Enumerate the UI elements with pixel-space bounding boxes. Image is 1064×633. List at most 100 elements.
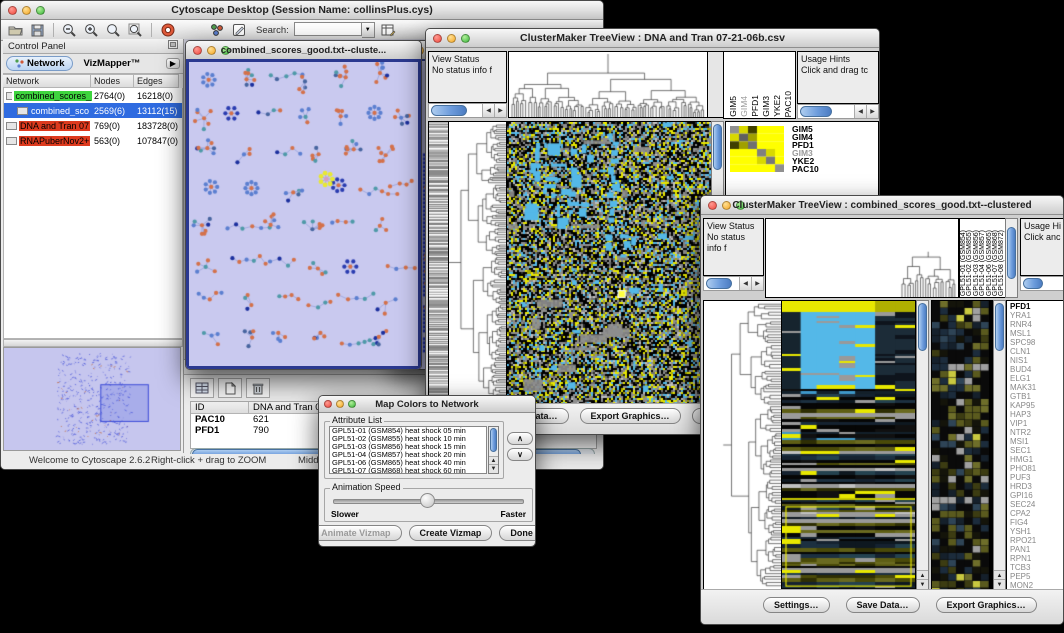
tv2-heatmap[interactable] bbox=[781, 300, 916, 590]
data-col-id[interactable]: ID bbox=[191, 402, 249, 413]
gene-label[interactable]: HRD3 bbox=[1010, 482, 1064, 491]
scroll-down-arrow[interactable]: ▼ bbox=[994, 579, 1005, 589]
gene-label[interactable]: PHO81 bbox=[1010, 464, 1064, 473]
scroll-right-arrow[interactable]: ▶ bbox=[494, 104, 506, 117]
network-overview-canvas[interactable] bbox=[3, 347, 181, 451]
tv2-status-scrollbar[interactable]: ◀ ▶ bbox=[703, 276, 764, 291]
animate-vizmap-button[interactable]: Animate Vizmap bbox=[318, 525, 402, 541]
treeview-button[interactable]: Settings… bbox=[763, 597, 830, 613]
gene-label[interactable]: NIS1 bbox=[1010, 356, 1064, 365]
gene-label[interactable]: RPO21 bbox=[1010, 536, 1064, 545]
gene-label[interactable]: CLN1 bbox=[1010, 347, 1064, 356]
gene-label[interactable]: YRA1 bbox=[1010, 311, 1064, 320]
gene-label[interactable]: HMG1 bbox=[1010, 455, 1064, 464]
gene-label[interactable]: HAP3 bbox=[1010, 410, 1064, 419]
treeview-button[interactable]: Export Graphics… bbox=[580, 408, 681, 424]
network-graph-canvas[interactable] bbox=[189, 62, 418, 366]
main-titlebar[interactable]: Cytoscape Desktop (Session Name: collins… bbox=[1, 1, 603, 20]
tv1-status-scrollbar[interactable]: ◀ ▶ bbox=[428, 103, 507, 118]
dialog-titlebar[interactable]: Map Colors to Network bbox=[319, 396, 535, 413]
gene-label[interactable]: KAP95 bbox=[1010, 401, 1064, 410]
search-input[interactable] bbox=[294, 22, 362, 36]
zoom-actual-icon[interactable] bbox=[105, 23, 122, 38]
gene-label[interactable]: PFD1 bbox=[1010, 302, 1064, 311]
new-attribute-icon[interactable] bbox=[218, 378, 242, 398]
speed-slider-thumb[interactable] bbox=[420, 493, 435, 508]
delete-attribute-icon[interactable] bbox=[246, 378, 270, 398]
gene-label[interactable]: SEC24 bbox=[1010, 500, 1064, 509]
move-down-button[interactable]: ∨ bbox=[507, 448, 533, 461]
treeview-button[interactable]: Save Data… bbox=[846, 597, 920, 613]
treeview1-titlebar[interactable]: ClusterMaker TreeView : DNA and Tran 07-… bbox=[426, 29, 879, 48]
search-dropdown-button[interactable]: ▼ bbox=[362, 22, 375, 38]
tv2-zoom-heatmap[interactable] bbox=[931, 300, 990, 590]
gene-label[interactable]: MSI1 bbox=[1010, 437, 1064, 446]
move-up-button[interactable]: ∧ bbox=[507, 432, 533, 445]
network-table-column[interactable]: Nodes bbox=[91, 74, 134, 88]
gene-label[interactable]: MSL1 bbox=[1010, 329, 1064, 338]
gene-label[interactable]: VIP1 bbox=[1010, 419, 1064, 428]
tab-vizmapper[interactable]: VizMapper™ bbox=[75, 57, 148, 70]
gene-label[interactable]: YSH1 bbox=[1010, 527, 1064, 536]
tv2-array-dendrogram[interactable] bbox=[765, 218, 959, 298]
attribute-table-icon[interactable] bbox=[380, 23, 397, 38]
network-table-row[interactable]: RNAPuberNov2+ 563(0) 107847(0) bbox=[4, 133, 182, 148]
zoom-out-icon[interactable] bbox=[61, 23, 78, 38]
scroll-left-arrow[interactable]: ◀ bbox=[739, 277, 751, 290]
open-folder-icon[interactable] bbox=[7, 23, 24, 38]
annotation-icon[interactable] bbox=[230, 23, 247, 38]
scroll-left-arrow[interactable]: ◀ bbox=[482, 104, 494, 117]
tv1-array-dendrogram[interactable] bbox=[508, 51, 708, 118]
attribute-list-item[interactable]: GPL51-07 (GSM868) heat shock 60 min bbox=[330, 467, 486, 474]
create-vizmap-button[interactable]: Create Vizmap bbox=[409, 525, 493, 541]
gene-label[interactable]: ELG1 bbox=[1010, 374, 1064, 383]
tv1-hints-scrollbar[interactable]: ◀ ▶ bbox=[797, 104, 879, 119]
float-panel-icon[interactable] bbox=[168, 40, 178, 52]
gene-label[interactable]: BUD4 bbox=[1010, 365, 1064, 374]
gene-label[interactable]: TCB3 bbox=[1010, 563, 1064, 572]
scroll-down-arrow[interactable]: ▼ bbox=[917, 579, 928, 589]
network-view-titlebar[interactable]: combined_scores_good.txt--cluste... bbox=[186, 41, 421, 60]
gene-label[interactable]: FIG4 bbox=[1010, 518, 1064, 527]
network-table-row[interactable]: combined_sco 2569(6) 13112(15) bbox=[4, 103, 182, 118]
gene-label[interactable]: NTR2 bbox=[1010, 428, 1064, 437]
tv2-gene-dendrogram[interactable] bbox=[703, 300, 782, 590]
tv2-heatmap-vscrollbar[interactable]: ▲ ▼ bbox=[916, 300, 929, 590]
scroll-right-arrow[interactable]: ▶ bbox=[751, 277, 763, 290]
gene-label[interactable]: GPI16 bbox=[1010, 491, 1064, 500]
done-button[interactable]: Done bbox=[499, 525, 536, 541]
attribute-list-scrollbar[interactable]: ▲ ▼ bbox=[488, 426, 499, 474]
gene-label[interactable]: RPN1 bbox=[1010, 554, 1064, 563]
scroll-down-arrow[interactable]: ▼ bbox=[489, 464, 498, 473]
gene-label[interactable]: SEC1 bbox=[1010, 446, 1064, 455]
attribute-grid-icon[interactable] bbox=[190, 378, 214, 398]
network-table-column[interactable]: Edges bbox=[134, 74, 179, 88]
save-icon[interactable] bbox=[29, 23, 46, 38]
network-table-row[interactable]: combined_scores_ 2764(0) 16218(0) bbox=[4, 88, 182, 103]
gene-label[interactable]: RNR4 bbox=[1010, 320, 1064, 329]
vizmap-nodes-icon[interactable] bbox=[208, 23, 225, 38]
tv2-top-vscrollbar[interactable] bbox=[1005, 218, 1018, 298]
treeview-button[interactable]: Export Graphics… bbox=[936, 597, 1037, 613]
gene-label[interactable]: PEP5 bbox=[1010, 572, 1064, 581]
tv2-gene-vscrollbar[interactable]: ▲ ▼ bbox=[993, 300, 1006, 590]
gene-label[interactable]: PAN1 bbox=[1010, 545, 1064, 554]
gene-label[interactable]: SPC98 bbox=[1010, 338, 1064, 347]
scroll-left-arrow[interactable]: ◀ bbox=[854, 105, 866, 118]
tab-overflow-arrow[interactable]: ▶ bbox=[166, 58, 180, 69]
treeview2-titlebar[interactable]: ClusterMaker TreeView : combined_scores_… bbox=[701, 196, 1063, 215]
panel-splitter[interactable] bbox=[3, 339, 183, 347]
zoom-fit-icon[interactable] bbox=[127, 23, 144, 38]
tv1-heatmap[interactable] bbox=[506, 121, 712, 404]
gene-label[interactable]: PUF3 bbox=[1010, 473, 1064, 482]
tv1-gene-dendrogram[interactable] bbox=[448, 121, 507, 404]
gene-label[interactable]: GTB1 bbox=[1010, 392, 1064, 401]
tv2-hints-scrollbar[interactable] bbox=[1020, 276, 1064, 291]
zoom-in-icon[interactable] bbox=[83, 23, 100, 38]
tab-network[interactable]: Network bbox=[6, 56, 73, 71]
scroll-right-arrow[interactable]: ▶ bbox=[866, 105, 878, 118]
gene-label[interactable]: MAK31 bbox=[1010, 383, 1064, 392]
help-lifering-icon[interactable] bbox=[159, 23, 176, 38]
tv1-zoom-matrix[interactable] bbox=[730, 126, 784, 172]
network-table-row[interactable]: DNA and Tran 07 769(0) 183728(0) bbox=[4, 118, 182, 133]
